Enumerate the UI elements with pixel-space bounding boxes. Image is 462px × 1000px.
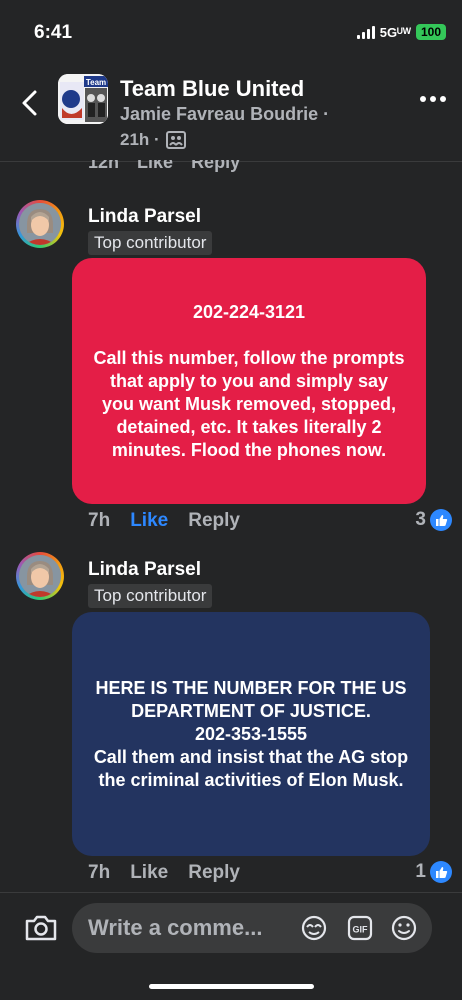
like-button[interactable]: Like	[130, 862, 168, 884]
commenter-avatar[interactable]	[16, 200, 64, 248]
camera-icon	[25, 915, 57, 941]
battery-indicator: 100	[415, 24, 446, 40]
reply-button[interactable]: Reply	[188, 510, 240, 532]
like-button[interactable]: Like	[130, 510, 168, 532]
comment-composer: Write a comme... GIF	[0, 892, 462, 1000]
network-label: 5Gᵁᵂ	[379, 24, 411, 40]
previous-reply-button[interactable]: Reply	[191, 160, 240, 172]
camera-button[interactable]	[24, 913, 58, 943]
members-icon	[165, 131, 186, 149]
comment-time: 7h	[88, 862, 111, 883]
comment-text-card: HERE IS THE NUMBER FOR THE US DEPARTMENT…	[72, 612, 430, 856]
previous-like-button[interactable]: Like	[137, 160, 173, 172]
thumbs-up-icon	[430, 509, 452, 531]
commenter-avatar[interactable]	[16, 552, 64, 600]
avatar-sticker-icon[interactable]	[300, 914, 328, 942]
more-dot-icon	[420, 96, 426, 102]
gif-icon[interactable]: GIF	[346, 914, 374, 942]
group-avatar-text: Team	[86, 78, 106, 87]
previous-comment-actions: 12h Like Reply	[88, 160, 240, 178]
status-time: 6:41	[34, 22, 73, 43]
reaction-number: 3	[415, 509, 426, 530]
comment-actions: 7h Like Reply	[88, 510, 240, 532]
top-contributor-badge: Top contributor	[88, 584, 213, 608]
group-avatar[interactable]: Team	[58, 74, 108, 124]
post-author[interactable]: Jamie Favreau Boudrie ·	[120, 104, 329, 125]
reaction-count[interactable]: 1	[415, 861, 452, 883]
thumbs-up-icon	[430, 861, 452, 883]
gif-label: GIF	[353, 925, 369, 935]
comment-text-card: 202-224-3121 Call this number, follow th…	[72, 258, 426, 504]
home-indicator	[149, 984, 314, 989]
previous-comment-time: 12h	[88, 160, 120, 172]
group-name[interactable]: Team Blue United	[120, 76, 304, 102]
status-bar: 6:41 5Gᵁᵂ 100	[0, 0, 462, 62]
signal-icon	[356, 25, 375, 39]
reaction-count[interactable]: 3	[415, 509, 452, 531]
commenter-name[interactable]: Linda Parsel	[88, 206, 201, 228]
post-meta: 21h ·	[120, 130, 186, 150]
reply-button[interactable]: Reply	[188, 862, 240, 884]
comment-placeholder: Write a comme...	[88, 915, 263, 940]
comment-input[interactable]: Write a comme... GIF	[72, 903, 432, 953]
more-dot-icon	[430, 96, 436, 102]
status-indicators: 5Gᵁᵂ 100	[356, 24, 446, 40]
comment-text: 202-224-3121 Call this number, follow th…	[93, 301, 405, 460]
comment-actions: 7h Like Reply	[88, 862, 240, 884]
emoji-icon[interactable]	[390, 914, 418, 942]
post-header: Team Team Blue United Jamie Favreau Boud…	[0, 62, 462, 162]
more-dot-icon	[440, 96, 446, 102]
more-options-button[interactable]	[420, 96, 446, 102]
comment-time: 7h	[88, 510, 111, 531]
chevron-left-icon	[22, 90, 37, 116]
top-contributor-badge: Top contributor	[88, 231, 213, 255]
back-button[interactable]	[18, 88, 42, 118]
commenter-name[interactable]: Linda Parsel	[88, 559, 201, 581]
post-time: 21h ·	[120, 130, 160, 149]
comment-text: HERE IS THE NUMBER FOR THE US DEPARTMENT…	[93, 677, 409, 790]
reaction-number: 1	[415, 861, 426, 882]
